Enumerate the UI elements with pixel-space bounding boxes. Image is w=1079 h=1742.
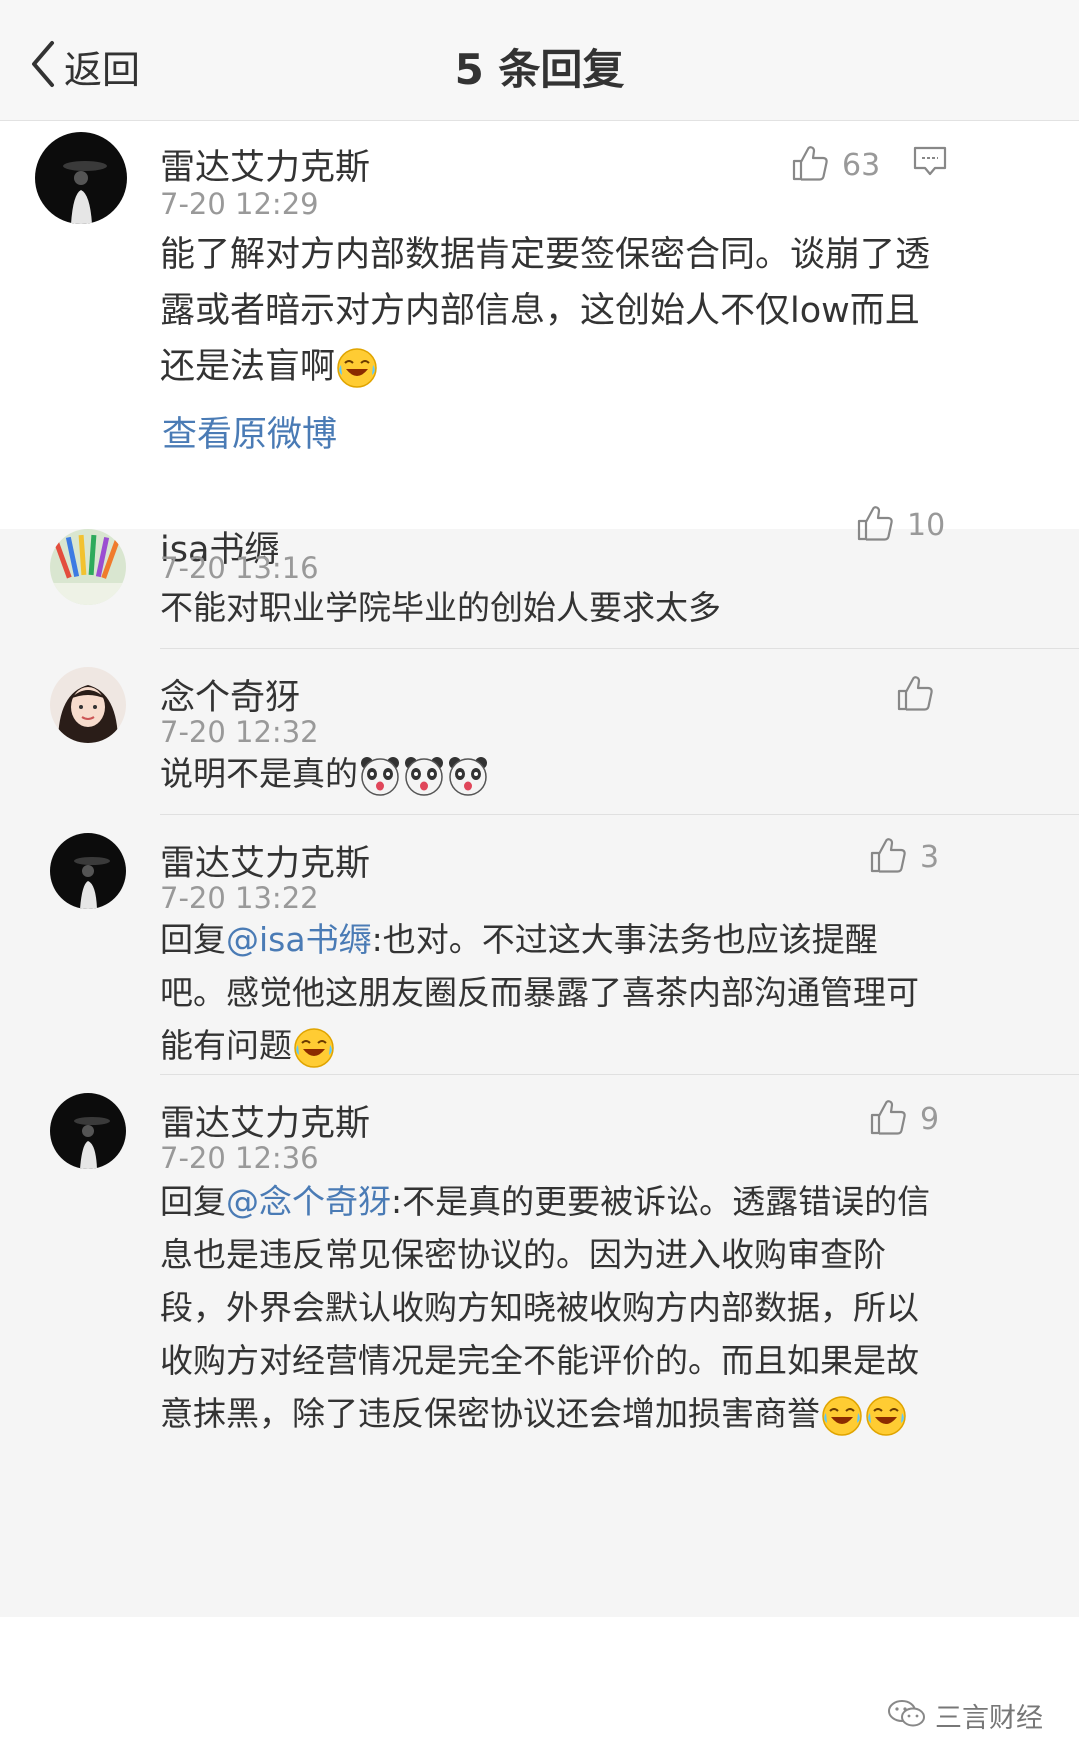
- wechat-icon: [887, 1698, 927, 1734]
- reply-line: 收购方对经营情况是完全不能评价的。而且如果是故: [160, 1341, 919, 1380]
- username[interactable]: 雷达艾力克斯: [160, 835, 370, 886]
- reply-line-text: :不是真的更要被诉讼。透露错误的信: [391, 1182, 931, 1221]
- reply-list: isa书缛 7-20 13:16 10 不能对职业学院毕业的创始人要求太多 念个…: [0, 529, 1079, 1617]
- reply-line: 吧。感觉他这朋友圈反而暴露了喜茶内部沟通管理可: [160, 973, 919, 1012]
- main-comment: 雷达艾力克斯 7-20 12:29 63 能了解对方内部数据肯定要签保密合同。谈…: [0, 121, 1079, 529]
- like-count: 63: [842, 147, 881, 183]
- view-original-link[interactable]: 查看原微博: [162, 406, 337, 457]
- comment-line: 能了解对方内部数据肯定要签保密合同。谈崩了透: [160, 235, 931, 275]
- timestamp: 7-20 13:22: [160, 881, 319, 915]
- avatar[interactable]: [35, 132, 127, 224]
- username[interactable]: 雷达艾力克斯: [160, 1095, 370, 1146]
- like-count: 10: [907, 507, 946, 543]
- laugh-cry-emoji-icon: [293, 1027, 335, 1069]
- watermark: 三言财经: [887, 1696, 1043, 1735]
- thumbs-up-icon: [868, 835, 908, 879]
- reply-prefix: 回复: [160, 920, 226, 959]
- reply-line: 段，外界会默认收购方知晓被收购方内部数据，所以: [160, 1288, 919, 1327]
- comment-bubble-icon: [913, 146, 947, 183]
- avatar[interactable]: [50, 667, 126, 743]
- thumbs-up-icon: [895, 673, 935, 717]
- mention-link[interactable]: @念个奇犽: [226, 1182, 391, 1221]
- reply-line: 能有问题: [160, 1019, 1040, 1072]
- like-button[interactable]: [895, 673, 947, 717]
- like-count: 3: [920, 839, 940, 875]
- reply-line-text: 意抹黑，除了违反保密协议还会增加损害商誉: [160, 1394, 820, 1433]
- page-title: 5 条回复: [454, 45, 625, 94]
- avatar[interactable]: [50, 529, 126, 605]
- thumbs-up-icon: [790, 143, 830, 187]
- like-button[interactable]: 10: [855, 503, 945, 547]
- reply-line-text: :也对。不过这大事法务也应该提醒: [371, 920, 878, 959]
- laugh-cry-emoji-icon: [865, 1395, 907, 1437]
- reply-line: 回复@念个奇犽:不是真的更要被诉讼。透露错误的信: [160, 1175, 1040, 1228]
- like-button[interactable]: 3: [868, 835, 939, 879]
- reply-line: 回复@isa书缛:也对。不过这大事法务也应该提醒: [160, 913, 1040, 966]
- comment-button[interactable]: [913, 145, 947, 179]
- reply-prefix: 回复: [160, 1182, 226, 1221]
- reply-text: 不能对职业学院毕业的创始人要求太多: [160, 588, 721, 627]
- like-count: 9: [920, 1101, 940, 1137]
- divider: [160, 648, 1079, 649]
- timestamp: 7-20 12:32: [160, 715, 319, 749]
- panda-emoji-icon: [359, 755, 401, 797]
- comment-line: 还是法盲啊: [160, 339, 1040, 395]
- nav-bar: 返回 5 条回复: [0, 0, 1079, 121]
- username[interactable]: 念个奇犽: [160, 669, 300, 720]
- watermark-text: 三言财经: [935, 1703, 1043, 1734]
- divider: [160, 814, 1079, 815]
- like-button[interactable]: 63: [790, 143, 880, 187]
- reply-line: 意抹黑，除了违反保密协议还会增加损害商誉: [160, 1387, 1040, 1440]
- reply-line: 息也是违反常见保密协议的。因为进入收购审查阶: [160, 1235, 886, 1274]
- panda-emoji-icon: [447, 755, 489, 797]
- reply-text: 说明不是真的: [160, 747, 1040, 800]
- reply-text-content: 说明不是真的: [160, 754, 358, 793]
- reply-text: 回复@isa书缛:也对。不过这大事法务也应该提醒 吧。感觉他这朋友圈反而暴露了喜…: [160, 913, 1040, 1072]
- timestamp: 7-20 12:36: [160, 1141, 319, 1175]
- username[interactable]: 雷达艾力克斯: [160, 139, 370, 190]
- panda-emoji-icon: [403, 755, 445, 797]
- thumbs-up-icon: [868, 1097, 908, 1141]
- comment-text: 能了解对方内部数据肯定要签保密合同。谈崩了透 露或者暗示对方内部信息，这创始人不…: [160, 227, 1040, 395]
- mention-link[interactable]: @isa书缛: [226, 920, 372, 959]
- reply-text: 回复@念个奇犽:不是真的更要被诉讼。透露错误的信 息也是违反常见保密协议的。因为…: [160, 1175, 1040, 1440]
- comment-line-text: 还是法盲啊: [160, 347, 336, 387]
- avatar[interactable]: [50, 1093, 126, 1169]
- laugh-cry-emoji-icon: [336, 347, 378, 389]
- thumbs-up-icon: [855, 503, 895, 547]
- divider: [160, 1074, 1079, 1075]
- like-button[interactable]: 9: [868, 1097, 939, 1141]
- timestamp: 7-20 12:29: [160, 187, 319, 221]
- comment-line: 露或者暗示对方内部信息，这创始人不仅low而且: [160, 291, 920, 331]
- reply-line-text: 能有问题: [160, 1026, 292, 1065]
- timestamp: 7-20 13:16: [160, 551, 319, 585]
- laugh-cry-emoji-icon: [821, 1395, 863, 1437]
- avatar[interactable]: [50, 833, 126, 909]
